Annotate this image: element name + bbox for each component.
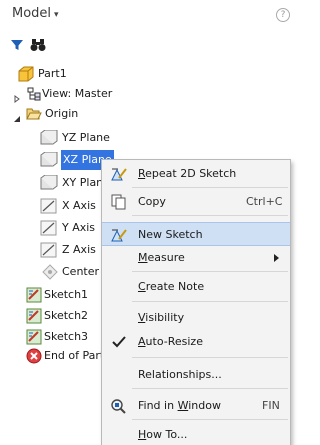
plane-icon <box>40 174 58 191</box>
menu-label: How To... <box>138 423 187 445</box>
end-of-part-icon <box>26 348 42 364</box>
menu-item-relationships[interactable]: Relationships... <box>102 363 290 387</box>
menu-shortcut: Ctrl+C <box>246 195 283 208</box>
menu-label: Auto-Resize <box>138 330 203 354</box>
menu-label-start: Find in <box>138 399 178 412</box>
tree-label: X Axis <box>62 199 96 212</box>
tree-item-yz-plane[interactable]: YZ Plane <box>0 128 283 148</box>
menu-separator <box>132 271 288 272</box>
binoculars-icon[interactable] <box>30 38 46 55</box>
menu-separator <box>132 187 288 188</box>
tree-label: YZ Plane <box>62 131 110 144</box>
plane-icon <box>40 129 58 146</box>
menu-label-rest: reate Note <box>145 280 205 293</box>
menu-separator <box>132 357 288 358</box>
sketch-icon <box>26 329 42 345</box>
help-icon[interactable]: ? <box>276 8 290 22</box>
sketch-icon <box>26 287 42 303</box>
menu-item-new-sketch[interactable]: New Sketch <box>102 222 290 246</box>
menu-label-rest: indow <box>188 399 221 412</box>
find-in-window-icon <box>110 398 128 414</box>
tree-item-origin[interactable]: Origin <box>0 104 283 124</box>
menu-label-rest: ow To... <box>146 428 188 441</box>
menu-item-repeat-2d-sketch[interactable]: Repeat 2D Sketch <box>102 162 290 186</box>
menu-item-auto-resize[interactable]: Auto-Resize <box>102 330 290 354</box>
folder-open-icon <box>26 106 42 122</box>
tree-label: Z Axis <box>62 243 96 256</box>
part-icon <box>18 66 34 82</box>
center-point-icon <box>42 264 58 280</box>
filter-icon[interactable] <box>10 38 24 55</box>
chevron-down-icon: ▾ <box>54 10 59 20</box>
menu-label: Repeat 2D Sketch <box>138 162 236 186</box>
axis-icon <box>40 220 57 236</box>
tree-label: Sketch2 <box>44 309 89 322</box>
collapse-arrow-icon[interactable] <box>13 110 21 122</box>
sketch-icon <box>26 308 42 324</box>
menu-item-find-in-window[interactable]: Find in Window FIN <box>102 394 290 418</box>
tree-item-view-master[interactable]: View: Master <box>0 84 283 104</box>
tree-label: Origin <box>45 107 79 120</box>
model-dropdown[interactable]: Model ▾ <box>12 6 59 21</box>
model-title: Model <box>12 6 52 21</box>
new-sketch-icon <box>110 227 128 243</box>
menu-label-rest: uto-Resize <box>145 335 203 348</box>
menu-separator <box>132 301 288 302</box>
menu-item-visibility[interactable]: Visibility <box>102 306 290 330</box>
submenu-arrow-icon <box>274 254 279 262</box>
menu-label: Visibility <box>138 306 184 330</box>
mnemonic: C <box>138 280 146 293</box>
axis-icon <box>40 242 57 258</box>
tree-label: Sketch1 <box>44 288 89 301</box>
context-menu: Repeat 2D Sketch Copy Ctrl+C New Sketch … <box>101 159 291 445</box>
menu-separator <box>132 388 288 389</box>
menu-item-measure[interactable]: Measure <box>102 246 290 270</box>
copy-icon <box>110 194 128 210</box>
menu-label-rest: easure <box>147 251 185 264</box>
tree-label: View: Master <box>42 87 113 100</box>
menu-label: Measure <box>138 246 185 270</box>
menu-label: New Sketch <box>138 228 203 241</box>
mnemonic: M <box>138 251 148 264</box>
mnemonic: A <box>138 335 146 348</box>
menu-shortcut: FIN <box>262 399 280 412</box>
view-rep-icon <box>26 86 42 102</box>
menu-label-rest: isibility <box>145 311 185 324</box>
tree-label: Part1 <box>38 67 67 80</box>
menu-item-how-to[interactable]: How To... <box>102 423 290 445</box>
menu-item-copy[interactable]: Copy Ctrl+C <box>102 190 290 214</box>
browser-header: Model ▾ ? <box>0 0 290 28</box>
menu-separator <box>132 215 288 216</box>
menu-label: Copy <box>138 195 166 208</box>
menu-label-rest: epeat 2D Sketch <box>145 167 237 180</box>
menu-label: Relationships... <box>138 368 222 381</box>
expand-arrow-icon[interactable] <box>13 90 21 103</box>
menu-item-create-note[interactable]: Create Note <box>102 275 290 299</box>
checkmark-icon <box>110 334 128 350</box>
plane-icon <box>40 151 58 168</box>
mnemonic: W <box>177 399 189 412</box>
tree-label: Y Axis <box>62 221 96 234</box>
repeat-sketch-icon <box>110 166 128 182</box>
menu-separator <box>132 419 288 420</box>
menu-label: Find in Window <box>138 394 221 418</box>
menu-label: Create Note <box>138 275 204 299</box>
tree-item-part1[interactable]: Part1 <box>0 64 283 84</box>
axis-icon <box>40 198 57 214</box>
tree-label: Sketch3 <box>44 330 89 343</box>
tree-label: End of Part <box>44 349 105 362</box>
